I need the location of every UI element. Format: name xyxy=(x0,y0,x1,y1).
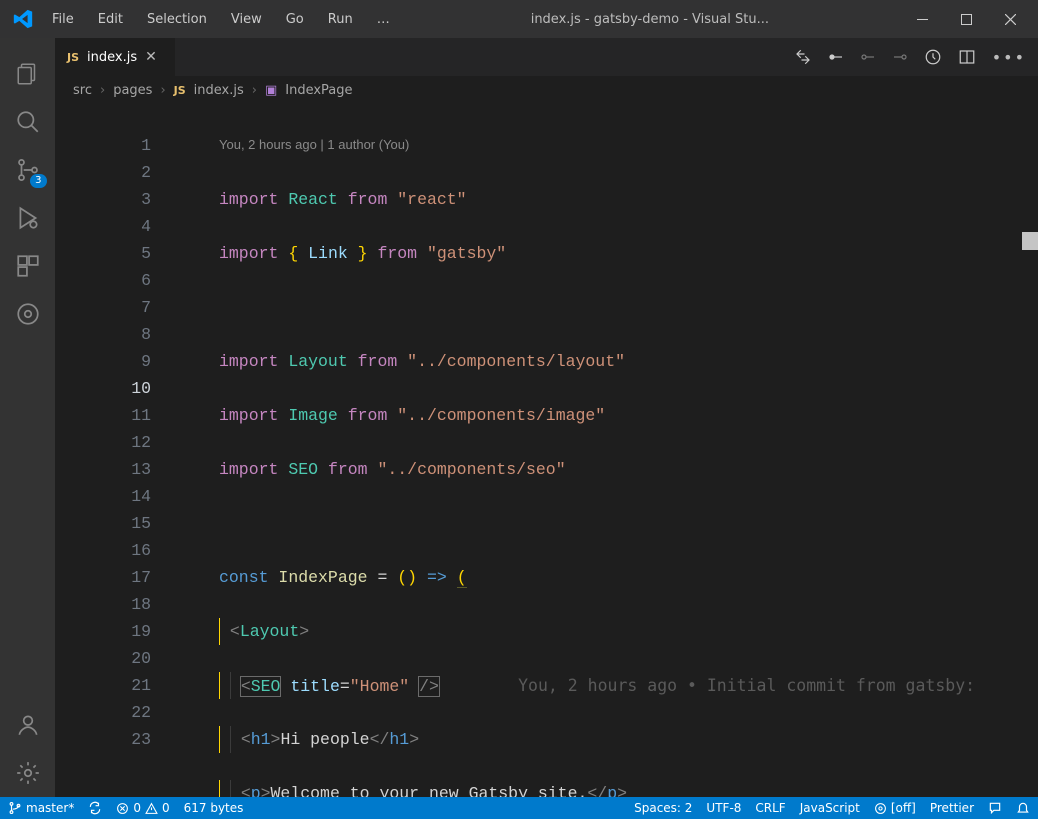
code-line: <SEO title="Home" /> You, 2 hours ago • … xyxy=(165,672,1038,699)
code-line: <Layout> xyxy=(165,618,1038,645)
tab-index-js[interactable]: JS index.js ✕ xyxy=(55,38,175,76)
tab-label: index.js xyxy=(87,50,137,65)
status-bar: master* 0 0 617 bytes Spaces: 2 UTF-8 CR… xyxy=(0,797,1038,819)
app-shell: 3 JS index.js ✕ xyxy=(0,38,1038,797)
minimize-button[interactable] xyxy=(900,3,944,35)
activity-bar: 3 xyxy=(0,38,55,797)
window-controls xyxy=(900,3,1032,35)
split-editor-icon[interactable] xyxy=(958,48,976,66)
code-editor[interactable]: 1234567891011121314151617181920212223 Yo… xyxy=(55,104,1038,797)
menu-selection[interactable]: Selection xyxy=(137,8,217,31)
editor-area: JS index.js ✕ ••• src › pages › JS index… xyxy=(55,38,1038,797)
more-actions-icon[interactable]: ••• xyxy=(992,48,1026,67)
status-branch[interactable]: master* xyxy=(8,801,74,815)
chevron-right-icon: › xyxy=(160,83,165,98)
explorer-icon[interactable] xyxy=(4,50,52,98)
menu-view[interactable]: View xyxy=(221,8,272,31)
code-line xyxy=(165,294,1038,321)
status-feedback-icon[interactable] xyxy=(988,801,1002,815)
code-line: const IndexPage = () => ( xyxy=(165,564,1038,591)
status-filesize[interactable]: 617 bytes xyxy=(184,801,244,815)
tab-bar: JS index.js ✕ ••• xyxy=(55,38,1038,76)
symbol-icon: ▣ xyxy=(265,83,277,98)
line-number-gutter: 1234567891011121314151617181920212223 xyxy=(55,128,165,753)
maximize-button[interactable] xyxy=(944,3,988,35)
status-sync[interactable] xyxy=(88,801,102,815)
gitlens-icon[interactable] xyxy=(4,290,52,338)
code-line: import SEO from "../components/seo" xyxy=(165,456,1038,483)
account-icon[interactable] xyxy=(4,701,52,749)
menu-go[interactable]: Go xyxy=(276,8,314,31)
status-eol[interactable]: CRLF xyxy=(755,801,785,815)
window-title: index.js - gatsby-demo - Visual Stu... xyxy=(400,12,900,27)
settings-gear-icon[interactable] xyxy=(4,749,52,797)
menu-file[interactable]: File xyxy=(42,8,84,31)
status-encoding[interactable]: UTF-8 xyxy=(706,801,741,815)
run-debug-icon[interactable] xyxy=(4,194,52,242)
breadcrumb-src[interactable]: src xyxy=(73,83,92,98)
chevron-right-icon: › xyxy=(252,83,257,98)
close-tab-icon[interactable]: ✕ xyxy=(145,49,157,65)
inline-blame: You, 2 hours ago • Initial commit from g… xyxy=(518,676,975,695)
code-line: import Image from "../components/image" xyxy=(165,402,1038,429)
js-file-icon: JS xyxy=(67,51,79,64)
menu-edit[interactable]: Edit xyxy=(88,8,133,31)
menu-overflow[interactable]: … xyxy=(367,8,400,31)
js-file-icon: JS xyxy=(174,84,186,97)
status-indent[interactable]: Spaces: 2 xyxy=(634,801,692,815)
source-control-icon[interactable]: 3 xyxy=(4,146,52,194)
vscode-logo-icon xyxy=(12,8,34,30)
menu-bar: File Edit Selection View Go Run … xyxy=(42,8,400,31)
status-prettier[interactable]: Prettier xyxy=(930,801,974,815)
status-language[interactable]: JavaScript xyxy=(800,801,860,815)
menu-run[interactable]: Run xyxy=(318,8,363,31)
code-line: import { Link } from "gatsby" xyxy=(165,240,1038,267)
status-problems[interactable]: 0 0 xyxy=(116,801,169,815)
chevron-right-icon: › xyxy=(100,83,105,98)
extensions-icon[interactable] xyxy=(4,242,52,290)
code-line: import React from "react" xyxy=(165,186,1038,213)
commit-next-icon[interactable] xyxy=(860,49,876,65)
close-button[interactable] xyxy=(988,3,1032,35)
code-content[interactable]: You, 2 hours ago | 1 author (You) import… xyxy=(165,104,1038,797)
codelens[interactable]: You, 2 hours ago | 1 author (You) xyxy=(165,135,1038,159)
search-icon[interactable] xyxy=(4,98,52,146)
scm-badge: 3 xyxy=(30,174,46,188)
commit-prev-icon[interactable] xyxy=(828,49,844,65)
breadcrumb-pages[interactable]: pages xyxy=(113,83,152,98)
breadcrumb[interactable]: src › pages › JS index.js › ▣ IndexPage xyxy=(55,76,1038,104)
breadcrumb-file[interactable]: index.js xyxy=(194,83,244,98)
compare-changes-icon[interactable] xyxy=(794,48,812,66)
code-line: <h1>Hi people</h1> xyxy=(165,726,1038,753)
breadcrumb-symbol[interactable]: IndexPage xyxy=(285,83,352,98)
title-bar: File Edit Selection View Go Run … index.… xyxy=(0,0,1038,38)
code-line: import Layout from "../components/layout… xyxy=(165,348,1038,375)
status-bell-icon[interactable] xyxy=(1016,801,1030,815)
code-line: <p>Welcome to your new Gatsby site.</p> xyxy=(165,780,1038,797)
commit-next2-icon[interactable] xyxy=(892,49,908,65)
editor-actions: ••• xyxy=(782,38,1038,76)
status-liveshare[interactable]: [off] xyxy=(874,801,916,815)
file-annotations-icon[interactable] xyxy=(924,48,942,66)
code-line xyxy=(165,510,1038,537)
